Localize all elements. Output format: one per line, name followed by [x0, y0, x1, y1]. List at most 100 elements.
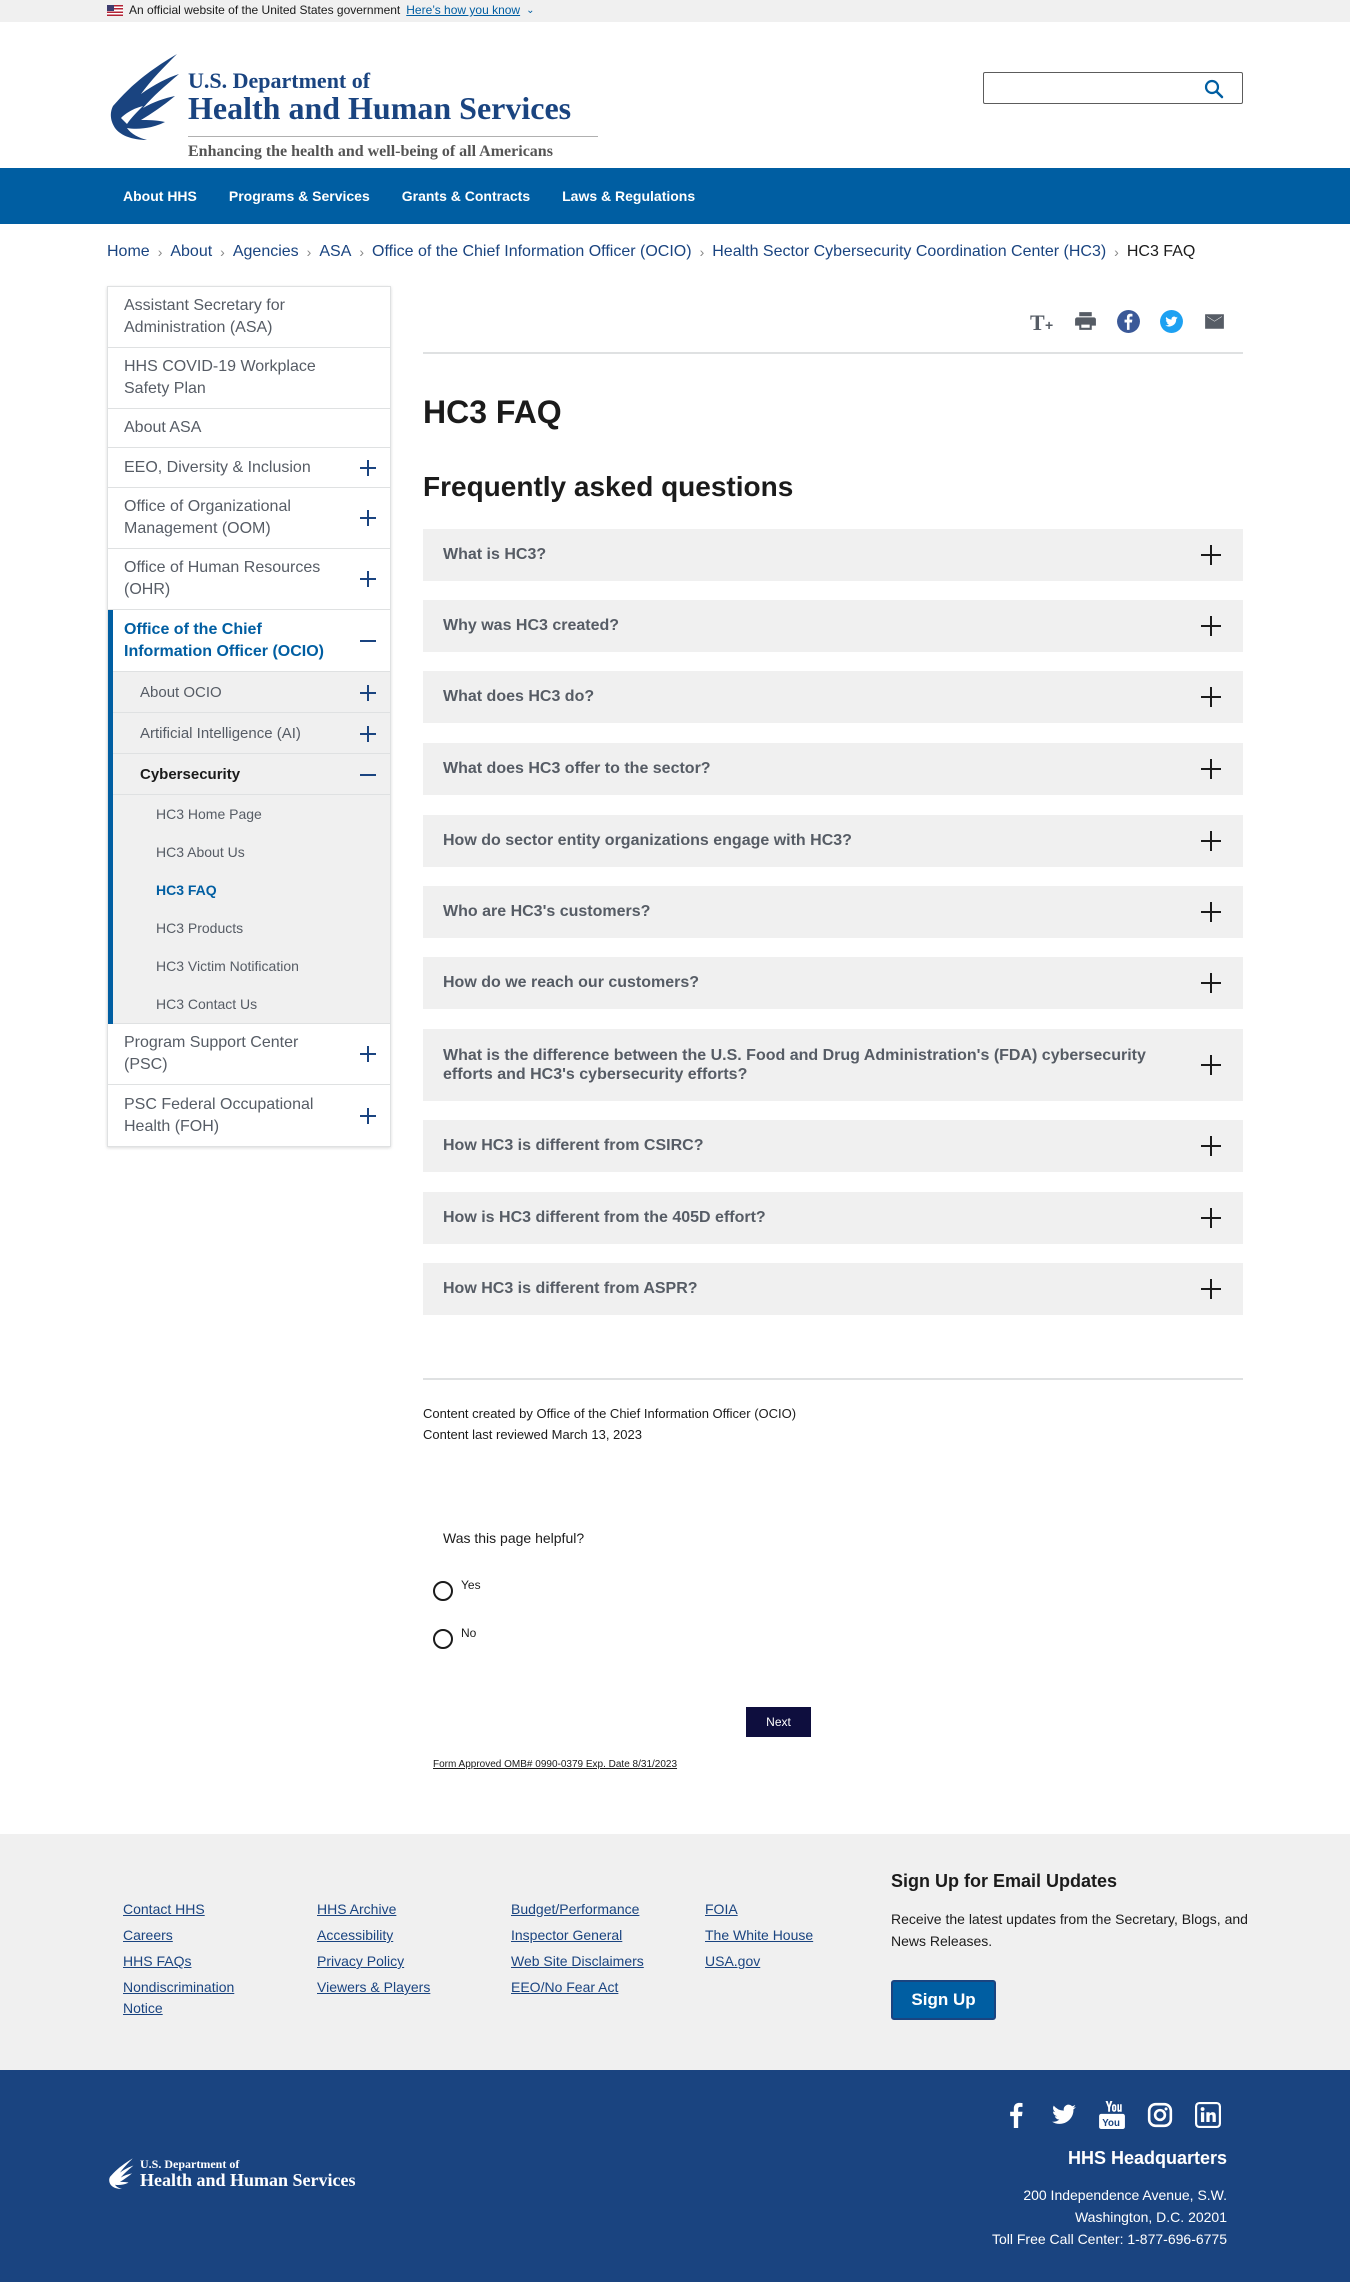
footer-link-contact-hhs[interactable]: Contact HHS [123, 1896, 263, 1922]
search-input[interactable] [990, 73, 1200, 101]
search-icon[interactable] [1204, 79, 1224, 99]
survey-option-yes[interactable]: Yes [433, 1578, 481, 1601]
sidebar-item-ohr[interactable]: Office of Human Resources (OHR) [108, 549, 390, 610]
sidebar-item-hc3-products[interactable]: HC3 Products [113, 909, 390, 947]
survey-option-no[interactable]: No [433, 1626, 476, 1649]
expand-plus-icon[interactable] [360, 459, 376, 476]
footer-link-accessibility[interactable]: Accessibility [317, 1922, 430, 1948]
expand-plus-icon[interactable] [1201, 831, 1221, 851]
breadcrumb-hc3[interactable]: Health Sector Cybersecurity Coordination… [712, 243, 1106, 261]
twitter-icon[interactable] [1051, 2102, 1077, 2128]
footer-link-eeo[interactable]: EEO/No Fear Act [511, 1974, 644, 2000]
breadcrumb-ocio[interactable]: Office of the Chief Information Officer … [372, 243, 692, 261]
radio-button[interactable] [433, 1581, 453, 1601]
sidebar-item-hc3-contact[interactable]: HC3 Contact Us [113, 985, 390, 1024]
faq-item-what-does-hc3-do[interactable]: What does HC3 do? [423, 671, 1243, 723]
footer-link-nondiscrimination[interactable]: Nondiscrimination Notice [123, 1977, 263, 2019]
hq-address: 200 Independence Avenue, S.W. Washington… [992, 2184, 1227, 2250]
email-icon[interactable] [1202, 309, 1227, 334]
facebook-icon[interactable] [1116, 309, 1141, 334]
footer-link-hhs-archive[interactable]: HHS Archive [317, 1896, 430, 1922]
survey-next-button[interactable]: Next [746, 1707, 811, 1737]
expand-plus-icon[interactable] [360, 1046, 376, 1062]
expand-plus-icon[interactable] [1201, 545, 1221, 565]
signup-button[interactable]: Sign Up [891, 1980, 996, 2020]
sidebar-item-foh[interactable]: PSC Federal Occupational Health (FOH) [108, 1085, 390, 1146]
expand-plus-icon[interactable] [1201, 973, 1221, 993]
hhs-logo[interactable]: U.S. Department of Health and Human Serv… [107, 48, 607, 164]
faq-item-offer-to-sector[interactable]: What does HC3 offer to the sector? [423, 743, 1243, 795]
footer-link-usa-gov[interactable]: USA.gov [705, 1948, 813, 1974]
breadcrumb-agencies[interactable]: Agencies [233, 243, 299, 261]
sidebar-item-hc3-faq[interactable]: HC3 FAQ [113, 871, 390, 909]
footer-link-privacy-policy[interactable]: Privacy Policy [317, 1948, 430, 1974]
heres-how-you-know-link[interactable]: Here’s how you know [406, 3, 520, 17]
collapse-minus-icon[interactable] [360, 767, 376, 783]
expand-plus-icon[interactable] [1201, 616, 1221, 636]
sidebar-item-eeo[interactable]: EEO, Diversity & Inclusion [108, 448, 390, 488]
twitter-icon[interactable] [1159, 309, 1184, 334]
facebook-icon[interactable] [1003, 2102, 1029, 2128]
collapse-minus-icon[interactable] [360, 633, 376, 649]
faq-item-why-created[interactable]: Why was HC3 created? [423, 600, 1243, 652]
nav-item-about-hhs[interactable]: About HHS [107, 188, 213, 204]
instagram-icon[interactable] [1147, 2102, 1173, 2128]
text-size-icon[interactable]: T + [1030, 309, 1055, 335]
footer-link-budget[interactable]: Budget/Performance [511, 1896, 644, 1922]
sidebar-item-oom[interactable]: Office of Organizational Management (OOM… [108, 488, 390, 549]
faq-item-fda-difference[interactable]: What is the difference between the U.S. … [423, 1029, 1243, 1101]
breadcrumb-about[interactable]: About [170, 243, 212, 261]
footer-link-white-house[interactable]: The White House [705, 1922, 813, 1948]
expand-plus-icon[interactable] [360, 1107, 376, 1124]
footer-link-foia[interactable]: FOIA [705, 1896, 813, 1922]
sidebar-item-about-asa[interactable]: About ASA [108, 409, 390, 448]
breadcrumb-asa[interactable]: ASA [319, 243, 351, 261]
expand-plus-icon[interactable] [1201, 1136, 1221, 1156]
faq-item-engage-with-hc3[interactable]: How do sector entity organizations engag… [423, 815, 1243, 867]
sidebar-item-about-ocio[interactable]: About OCIO [113, 672, 390, 713]
expand-plus-icon[interactable] [1201, 1279, 1221, 1299]
sidebar-item-hc3-victim-notification[interactable]: HC3 Victim Notification [113, 947, 390, 985]
expand-plus-icon[interactable] [1201, 759, 1221, 779]
footer-link-careers[interactable]: Careers [123, 1922, 263, 1948]
nav-item-grants-contracts[interactable]: Grants & Contracts [386, 188, 546, 204]
youtube-icon[interactable]: You [1099, 2101, 1125, 2129]
faq-item-what-is-hc3[interactable]: What is HC3? [423, 529, 1243, 581]
expand-plus-icon[interactable] [360, 726, 376, 742]
sidebar-item-hc3-about[interactable]: HC3 About Us [113, 833, 390, 871]
expand-plus-icon[interactable] [360, 685, 376, 701]
expand-plus-icon[interactable] [1201, 902, 1221, 922]
sidebar-item-ai[interactable]: Artificial Intelligence (AI) [113, 713, 390, 754]
nav-item-laws-regulations[interactable]: Laws & Regulations [546, 188, 711, 204]
sidebar-item-psc[interactable]: Program Support Center (PSC) [108, 1024, 390, 1085]
footer-link-hhs-faqs[interactable]: HHS FAQs [123, 1948, 263, 1974]
sidebar-item-label: Office of Organizational Management (OOM… [124, 498, 291, 537]
omb-link[interactable]: Form Approved OMB# 0990-0379 Exp. Date 8… [433, 1759, 677, 1770]
expand-plus-icon[interactable] [360, 571, 376, 587]
print-icon[interactable] [1073, 309, 1098, 334]
faq-item-405d-difference[interactable]: How is HC3 different from the 405D effor… [423, 1192, 1243, 1244]
sidebar-item-ocio[interactable]: Office of the Chief Information Officer … [113, 610, 390, 672]
faq-item-customers[interactable]: Who are HC3's customers? [423, 886, 1243, 938]
breadcrumb-home[interactable]: Home [107, 243, 150, 261]
footer-link-inspector-general[interactable]: Inspector General [511, 1922, 644, 1948]
footer-link-viewers-players[interactable]: Viewers & Players [317, 1974, 430, 2000]
linkedin-icon[interactable] [1195, 2102, 1221, 2128]
sidebar-item-hc3-home[interactable]: HC3 Home Page [113, 795, 390, 833]
radio-button[interactable] [433, 1629, 453, 1649]
faq-item-aspr-difference[interactable]: How HC3 is different from ASPR? [423, 1263, 1243, 1315]
sidebar-item-covid-plan[interactable]: HHS COVID-19 Workplace Safety Plan [108, 348, 390, 409]
sidebar-item-asa[interactable]: Assistant Secretary for Administration (… [108, 287, 390, 348]
expand-plus-icon[interactable] [1201, 687, 1221, 707]
expand-plus-icon[interactable] [1201, 1055, 1221, 1075]
footer-link-disclaimers[interactable]: Web Site Disclaimers [511, 1948, 644, 1974]
hhs-eagle-icon [110, 54, 179, 140]
expand-plus-icon[interactable] [1201, 1208, 1221, 1228]
nav-item-programs-services[interactable]: Programs & Services [213, 188, 386, 204]
faq-item-reach-customers[interactable]: How do we reach our customers? [423, 957, 1243, 1009]
expand-plus-icon[interactable] [360, 510, 376, 526]
chevron-down-icon[interactable]: ⌄ [526, 5, 534, 16]
faq-item-csirc-difference[interactable]: How HC3 is different from CSIRC? [423, 1120, 1243, 1172]
faq-question: Who are HC3's customers? [443, 903, 651, 920]
sidebar-item-cybersecurity[interactable]: Cybersecurity [113, 754, 390, 795]
